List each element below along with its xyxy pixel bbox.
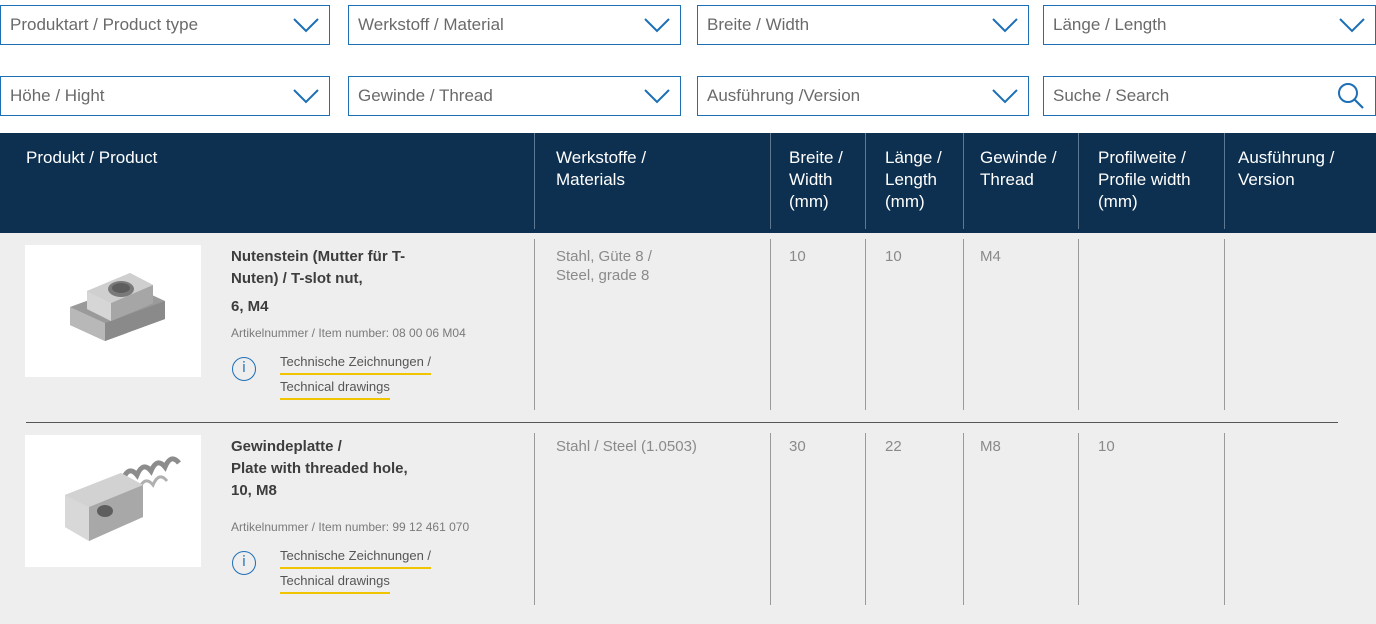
table-row: Nutenstein (Mutter für T- Nuten) / T-slo… — [0, 233, 1376, 418]
product-image[interactable] — [25, 245, 201, 377]
row-divider — [26, 422, 1338, 423]
technical-drawings-link[interactable]: Technische Zeichnungen / Technical drawi… — [280, 354, 432, 404]
table-row: Gewindeplatte / Plate with threaded hole… — [0, 427, 1376, 617]
search-input[interactable]: Suche / Search — [1043, 76, 1376, 116]
chevron-down-icon — [992, 18, 1018, 33]
filter-label: Gewinde / Thread — [358, 86, 493, 105]
profile-width-cell: 10 — [1098, 438, 1115, 455]
chevron-down-icon — [293, 89, 319, 104]
threaded-plate-image — [65, 456, 181, 541]
product-name[interactable]: Gewindeplatte / Plate with threaded hole… — [231, 436, 521, 502]
column-header-version[interactable]: Ausführung / Version — [1228, 133, 1376, 233]
column-header-materials[interactable]: Werkstoffe / Materials — [546, 133, 766, 233]
filter-label: Werkstoff / Material — [358, 15, 504, 34]
info-icon[interactable]: i — [232, 551, 256, 575]
chevron-down-icon — [293, 18, 319, 33]
width-cell: 10 — [789, 248, 806, 265]
thread-cell: M4 — [980, 248, 1001, 265]
filter-product-type[interactable]: Produktart / Product type — [0, 5, 330, 45]
filter-width[interactable]: Breite / Width — [697, 5, 1029, 45]
column-header-profile-width[interactable]: Profilweite / Profile width (mm) — [1088, 133, 1228, 233]
column-header-product[interactable]: Produkt / Product — [16, 133, 516, 233]
info-icon[interactable]: i — [232, 357, 256, 381]
column-header-width[interactable]: Breite / Width (mm) — [779, 133, 869, 233]
width-cell: 30 — [789, 438, 806, 455]
filter-length[interactable]: Länge / Length — [1043, 5, 1376, 45]
filter-label: Breite / Width — [707, 15, 810, 34]
thread-cell: M8 — [980, 438, 1001, 455]
item-number: Artikelnummer / Item number: 99 12 461 0… — [231, 520, 470, 534]
filter-label: Ausführung /Version — [707, 86, 861, 105]
table-header: Produkt / Product Werkstoffe / Materials… — [0, 133, 1376, 233]
t-slot-nut-image — [70, 273, 165, 341]
chevron-down-icon — [644, 89, 670, 104]
filter-thread[interactable]: Gewinde / Thread — [348, 76, 681, 116]
chevron-down-icon — [644, 18, 670, 33]
column-header-thread[interactable]: Gewinde / Thread — [970, 133, 1080, 233]
material-cell: Stahl / Steel (1.0503) — [556, 438, 697, 455]
filter-height[interactable]: Höhe / Hight — [0, 76, 330, 116]
column-header-length[interactable]: Länge / Length (mm) — [875, 133, 965, 233]
filter-material[interactable]: Werkstoff / Material — [348, 5, 681, 45]
search-icon[interactable] — [1337, 82, 1365, 110]
length-cell: 10 — [885, 248, 902, 265]
chevron-down-icon — [992, 89, 1018, 104]
filter-version[interactable]: Ausführung /Version — [697, 76, 1029, 116]
filter-label: Länge / Length — [1053, 15, 1167, 34]
item-number: Artikelnummer / Item number: 08 00 06 M0… — [231, 326, 466, 340]
product-image[interactable] — [25, 435, 201, 567]
table-body: Nutenstein (Mutter für T- Nuten) / T-slo… — [0, 233, 1376, 624]
product-name[interactable]: Nutenstein (Mutter für T- Nuten) / T-slo… — [231, 246, 521, 318]
filter-label: Höhe / Hight — [10, 86, 105, 105]
technical-drawings-link[interactable]: Technische Zeichnungen / Technical drawi… — [280, 548, 432, 598]
material-cell: Stahl, Güte 8 / Steel, grade 8 — [556, 248, 652, 284]
search-placeholder: Suche / Search — [1053, 86, 1170, 105]
filter-label: Produktart / Product type — [10, 15, 199, 34]
length-cell: 22 — [885, 438, 902, 455]
chevron-down-icon — [1339, 18, 1365, 33]
